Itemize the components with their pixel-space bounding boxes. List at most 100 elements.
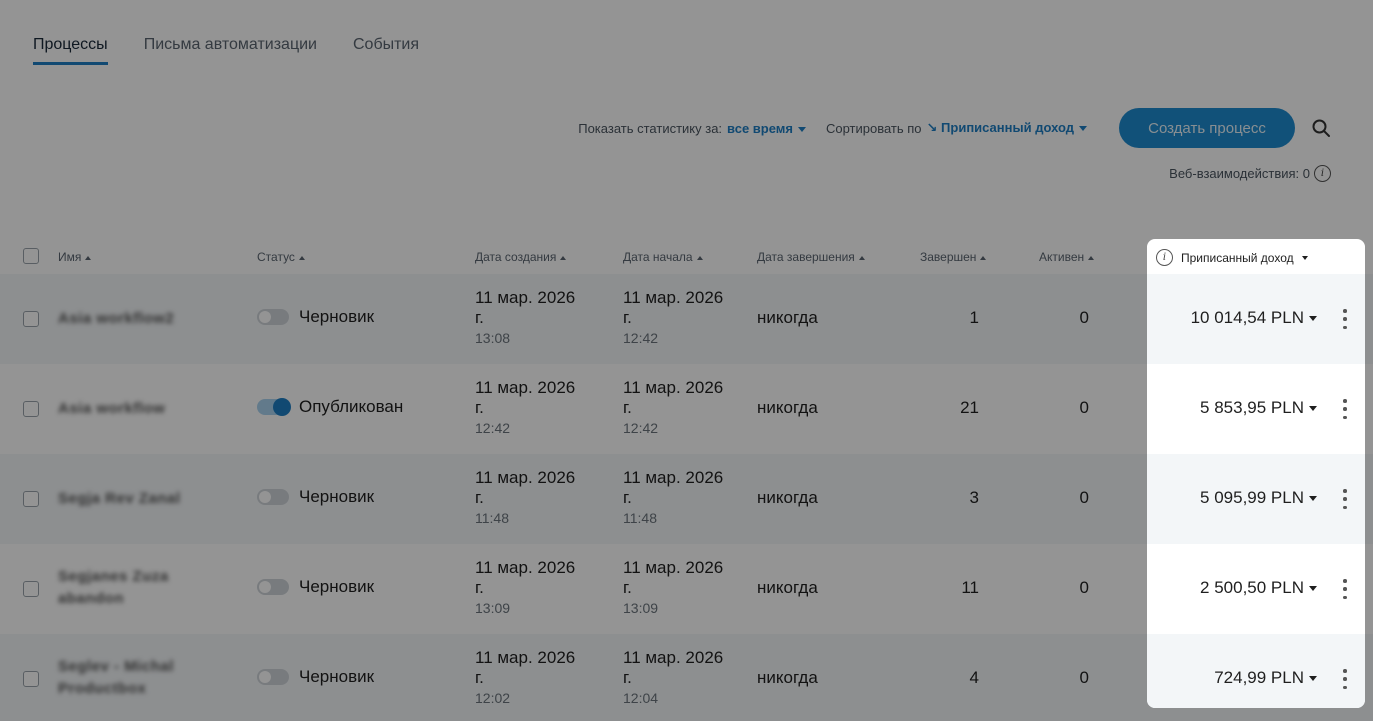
status-cell: Черновик	[257, 577, 374, 597]
active-count: 0	[1079, 668, 1089, 687]
sort-dropdown[interactable]: ↘ Приписанный доход	[927, 120, 1087, 136]
stats-period-dropdown[interactable]: все время	[727, 121, 806, 136]
status-cell: Черновик	[257, 307, 374, 327]
row-checkbox[interactable]	[23, 581, 39, 597]
kebab-menu-icon[interactable]	[1340, 309, 1350, 329]
sort-arrow-icon	[858, 255, 865, 260]
revenue-dropdown[interactable]: 2 500,50 PLN	[1200, 578, 1317, 598]
revenue-dropdown[interactable]: 724,99 PLN	[1214, 668, 1317, 688]
start-time: 12:04	[623, 690, 659, 706]
col-ended[interactable]: Дата завершения	[757, 250, 865, 264]
created-date-value: 11 мар. 2026 г.	[475, 648, 576, 687]
start-date-value: 11 мар. 2026 г.	[623, 378, 724, 417]
chevron-down-icon	[1301, 255, 1308, 260]
start-time: 12:42	[623, 420, 659, 436]
revenue-value: 2 500,50 PLN	[1200, 578, 1304, 597]
chevron-down-icon	[1309, 585, 1317, 591]
status-label: Черновик	[299, 307, 375, 326]
revenue-dropdown[interactable]: 5 095,99 PLN	[1200, 488, 1317, 508]
process-name[interactable]: Segja Rev Zanal	[58, 488, 208, 510]
status-toggle[interactable]	[257, 309, 289, 325]
status-toggle[interactable]	[257, 669, 289, 685]
revenue-value: 5 853,95 PLN	[1200, 398, 1304, 417]
tab-automation-emails[interactable]: Письма автоматизации	[144, 36, 317, 65]
col-completed-label: Завершен	[920, 250, 977, 264]
sort-arrow-icon	[980, 255, 987, 260]
status-label: Черновик	[299, 667, 375, 686]
web-interactions: Веб-взаимодействия: 0 i	[1169, 165, 1331, 182]
process-name[interactable]: Asia workflow	[58, 398, 208, 420]
toggle-knob	[259, 491, 271, 503]
revenue-dropdown[interactable]: 10 014,54 PLN	[1191, 308, 1317, 328]
sort-arrow-icon	[298, 255, 305, 260]
start-date-value: 11 мар. 2026 г.	[623, 558, 724, 597]
completed-count: 3	[969, 488, 979, 507]
row-checkbox[interactable]	[23, 491, 39, 507]
col-status[interactable]: Статус	[257, 250, 305, 264]
revenue-value: 10 014,54 PLN	[1190, 308, 1304, 327]
select-all-checkbox[interactable]	[23, 248, 39, 264]
status-toggle[interactable]	[257, 398, 291, 416]
revenue-cell: 724,99 PLN	[1147, 634, 1365, 708]
col-name[interactable]: Имя	[58, 250, 92, 264]
toggle-knob	[259, 671, 271, 683]
status-toggle[interactable]	[257, 489, 289, 505]
row-checkbox[interactable]	[23, 311, 39, 327]
status-cell: Черновик	[257, 487, 374, 507]
col-revenue[interactable]: i Приписанный доход	[1147, 240, 1365, 274]
sort-arrow-icon	[85, 255, 92, 260]
kebab-menu-icon[interactable]	[1340, 489, 1350, 509]
create-process-button[interactable]: Создать процесс	[1119, 108, 1295, 148]
status-label: Черновик	[299, 577, 375, 596]
kebab-menu-icon[interactable]	[1340, 669, 1350, 689]
process-name[interactable]: Asia workflow2	[58, 308, 208, 330]
revenue-value: 724,99 PLN	[1214, 668, 1304, 687]
status-label: Черновик	[299, 487, 375, 506]
process-name[interactable]: Segjanes Zuza abandon	[58, 566, 208, 610]
sort-arrow-icon	[1088, 255, 1095, 260]
start-date: 11 мар. 2026 г. 11:48	[623, 468, 733, 528]
active-count: 0	[1079, 398, 1089, 417]
status-toggle[interactable]	[257, 579, 289, 595]
created-time: 11:48	[475, 510, 509, 526]
chevron-down-icon	[1309, 675, 1317, 681]
process-name[interactable]: Seglev - Michal Productbox	[58, 656, 208, 700]
web-interactions-label: Веб-взаимодействия: 0	[1169, 166, 1310, 181]
search-icon[interactable]	[1309, 116, 1333, 140]
sort-arrow-icon	[696, 255, 703, 260]
col-created[interactable]: Дата создания	[475, 250, 567, 264]
stats-period-value: все время	[727, 120, 793, 136]
row-checkbox[interactable]	[23, 671, 39, 687]
tab-processes[interactable]: Процессы	[33, 36, 108, 65]
revenue-value: 5 095,99 PLN	[1200, 488, 1304, 507]
kebab-menu-icon[interactable]	[1340, 579, 1350, 599]
col-active[interactable]: Активен	[1039, 250, 1095, 264]
col-created-label: Дата создания	[475, 250, 557, 264]
col-completed[interactable]: Завершен	[920, 250, 987, 264]
start-date: 11 мар. 2026 г. 12:04	[623, 648, 733, 708]
tabs-bar: Процессы Письма автоматизации События	[33, 36, 419, 65]
created-date: 11 мар. 2026 г. 13:08	[475, 288, 585, 348]
created-date: 11 мар. 2026 г. 11:48	[475, 468, 585, 528]
kebab-menu-icon[interactable]	[1340, 399, 1350, 419]
chevron-down-icon	[1309, 405, 1317, 411]
completed-count: 4	[969, 668, 979, 687]
revenue-cell: 5 853,95 PLN	[1147, 364, 1365, 454]
stats-label: Показать статистику за:	[578, 120, 723, 136]
col-status-label: Статус	[257, 250, 295, 264]
start-date: 11 мар. 2026 г. 12:42	[623, 378, 733, 438]
end-date: никогда	[757, 578, 818, 597]
chevron-down-icon	[1309, 495, 1317, 501]
row-checkbox[interactable]	[23, 401, 39, 417]
revenue-dropdown[interactable]: 5 853,95 PLN	[1200, 398, 1317, 418]
active-count: 0	[1079, 308, 1089, 327]
info-icon[interactable]: i	[1156, 249, 1173, 266]
start-date: 11 мар. 2026 г. 12:42	[623, 288, 733, 348]
tab-events[interactable]: События	[353, 36, 419, 65]
created-date-value: 11 мар. 2026 г.	[475, 468, 576, 507]
end-date: никогда	[757, 488, 818, 507]
created-time: 13:08	[475, 330, 511, 346]
status-cell: Опубликован	[257, 397, 403, 417]
col-started[interactable]: Дата начала	[623, 250, 703, 264]
info-icon[interactable]: i	[1314, 165, 1331, 182]
